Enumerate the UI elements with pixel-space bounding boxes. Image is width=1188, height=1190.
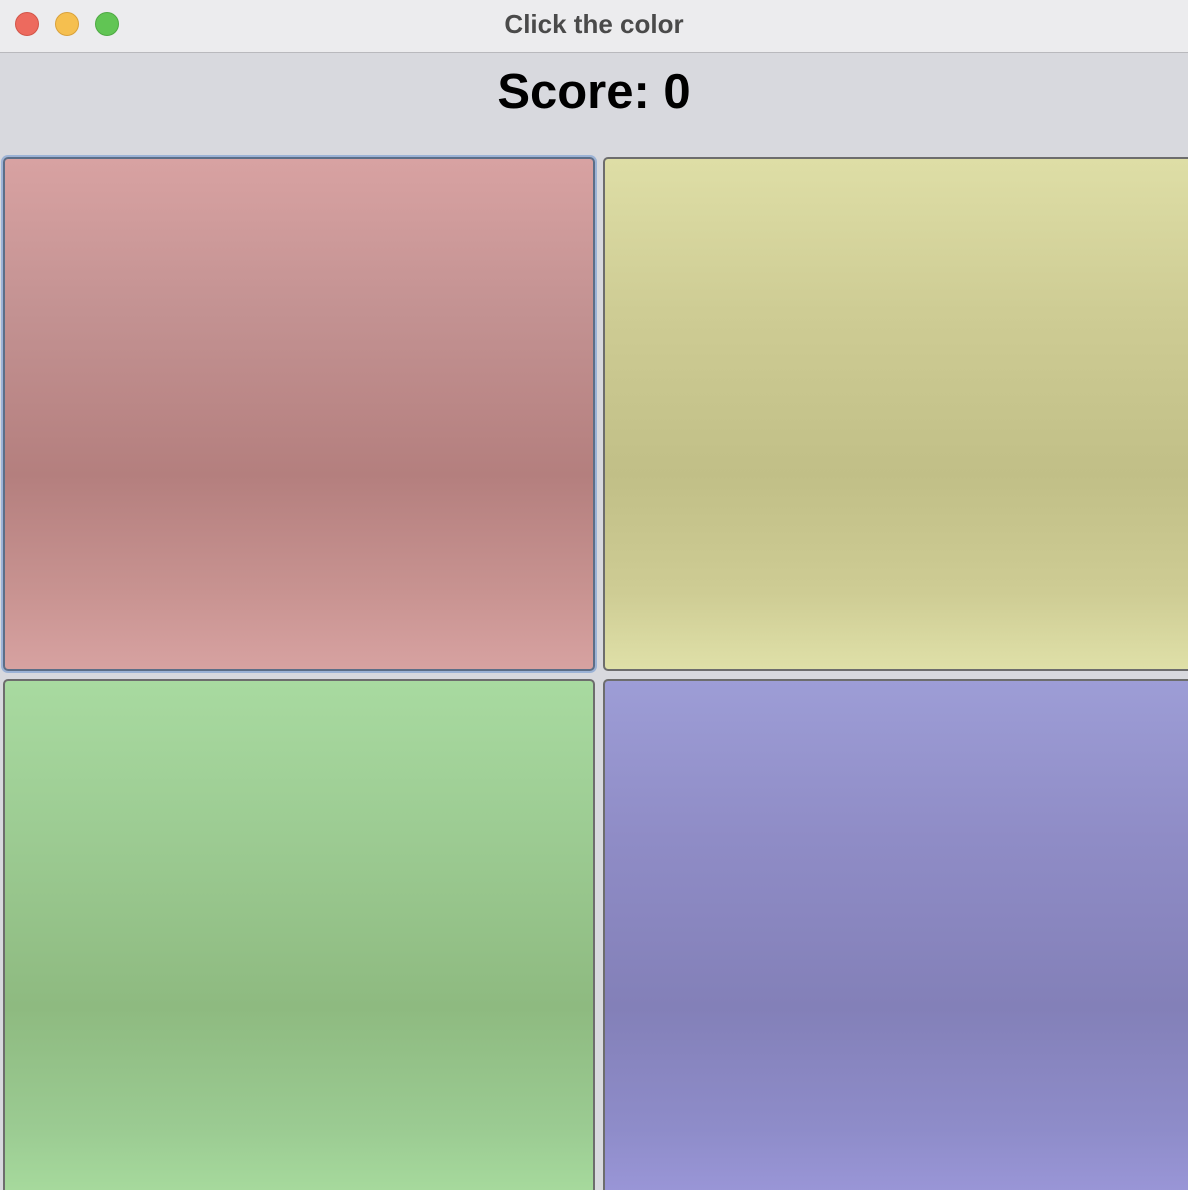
app-window: Click the color Score: 0 xyxy=(0,0,1188,1190)
color-tile-blue[interactable] xyxy=(603,679,1188,1190)
color-tile-red[interactable] xyxy=(3,157,595,671)
window-title: Click the color xyxy=(504,9,684,39)
score-label: Score: 0 xyxy=(497,65,691,119)
color-tile-green[interactable] xyxy=(3,679,595,1190)
title-bar[interactable]: Click the color xyxy=(0,0,1188,53)
color-tile-yellow[interactable] xyxy=(603,157,1188,671)
